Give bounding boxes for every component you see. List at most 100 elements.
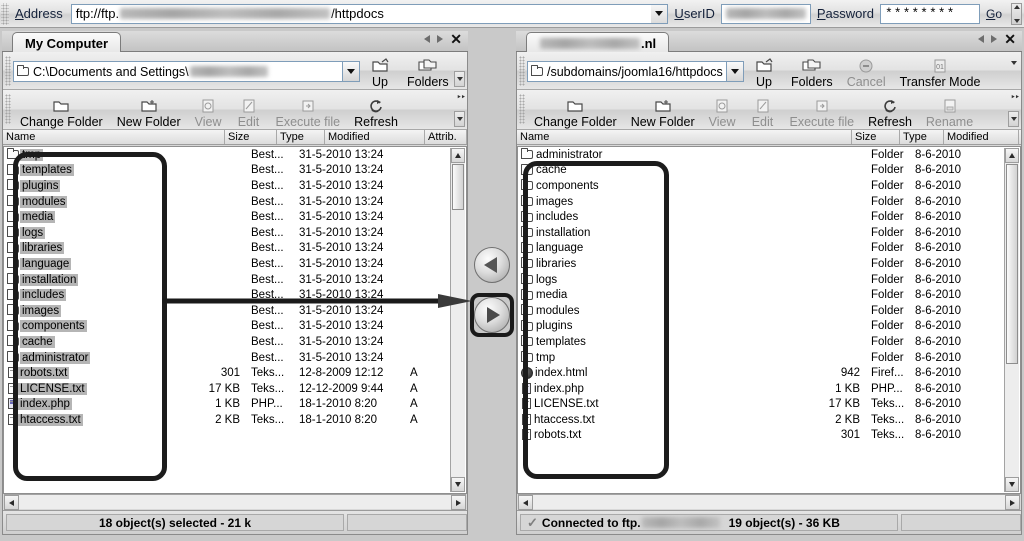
table-row[interactable]: media Best... 31-5-2010 13:24 [4, 209, 450, 225]
table-row[interactable]: tmp Folder 8-6-2010 [518, 350, 1004, 366]
file-name-cell[interactable]: language [518, 241, 818, 254]
tab-scroll-right-icon[interactable] [437, 35, 444, 43]
remote-edit-button[interactable]: Edit [743, 93, 783, 129]
local-view-button[interactable]: View [188, 93, 229, 129]
scroll-up-button[interactable] [1005, 148, 1019, 163]
file-name-cell[interactable]: logs [4, 226, 194, 239]
table-row[interactable]: index.php 1 KB PHP... 18-1-2010 8:20 A [4, 397, 450, 413]
local-vertical-scrollbar[interactable] [450, 148, 465, 492]
file-name-cell[interactable]: LICENSE.txt [4, 382, 194, 395]
remote-vertical-scrollbar[interactable] [1004, 148, 1019, 492]
address-input[interactable]: ftp://ftp. /httpdocs [70, 3, 652, 24]
column-header[interactable]: Type [900, 130, 944, 144]
file-name-cell[interactable]: templates [518, 335, 818, 348]
file-name-cell[interactable]: includes [518, 210, 818, 223]
file-name-cell[interactable]: index.php [4, 398, 194, 411]
column-header[interactable]: Type [277, 130, 325, 144]
remote-folders-button[interactable]: Folders [784, 53, 840, 89]
file-name-cell[interactable]: images [518, 195, 818, 208]
table-row[interactable]: tmp Best... 31-5-2010 13:24 [4, 147, 450, 163]
file-name-cell[interactable]: installation [518, 226, 818, 239]
table-row[interactable]: language Folder 8-6-2010 [518, 241, 1004, 257]
table-row[interactable]: administrator Best... 31-5-2010 13:24 [4, 350, 450, 366]
file-name-cell[interactable]: robots.txt [518, 429, 818, 441]
file-name-cell[interactable]: language [4, 257, 194, 270]
file-name-cell[interactable]: media [4, 210, 194, 224]
toolbar-overflow-icon[interactable]: ‣‣ [456, 92, 466, 103]
table-row[interactable]: plugins Best... 31-5-2010 13:24 [4, 178, 450, 194]
file-name-cell[interactable]: modules [518, 304, 818, 317]
remote-path-dropdown[interactable] [726, 61, 744, 82]
table-row[interactable]: libraries Folder 8-6-2010 [518, 256, 1004, 272]
file-name-cell[interactable]: robots.txt [4, 367, 194, 380]
file-name-cell[interactable]: cache [518, 163, 818, 176]
file-name-cell[interactable]: components [4, 319, 194, 333]
file-name-cell[interactable]: LICENSE.txt [518, 398, 818, 410]
toolbar-overflow-caret[interactable] [1011, 61, 1017, 83]
file-name-cell[interactable]: tmp [518, 351, 818, 364]
toolbar-overflow-down[interactable] [1008, 111, 1019, 127]
local-path-input[interactable]: C:\Documents and Settings\ [13, 61, 343, 82]
remote-file-list[interactable]: administrator Folder 8-6-2010 cache Fold… [517, 146, 1021, 494]
tab-scroll-left-icon[interactable] [978, 35, 985, 43]
file-name-cell[interactable]: modules [4, 195, 194, 208]
table-row[interactable]: LICENSE.txt 17 KB Teks... 8-6-2010 [518, 397, 1004, 413]
scroll-left-button[interactable] [4, 495, 19, 510]
table-row[interactable]: LICENSE.txt 17 KB Teks... 12-12-2009 9:4… [4, 381, 450, 397]
column-header[interactable]: Size [225, 130, 277, 144]
local-horizontal-scrollbar[interactable] [4, 494, 466, 510]
table-row[interactable]: images Best... 31-5-2010 13:24 [4, 303, 450, 319]
column-header[interactable]: Modified [944, 130, 1019, 144]
tab-scroll-left-icon[interactable] [424, 35, 431, 43]
file-name-cell[interactable]: htaccess.txt [518, 413, 818, 426]
file-name-cell[interactable]: templates [4, 163, 194, 177]
table-row[interactable]: index.php 1 KB PHP... 8-6-2010 [518, 381, 1004, 397]
close-icon[interactable]: ✕ [1004, 32, 1016, 46]
toolbar-grip[interactable] [5, 94, 11, 124]
addressbar-spinner[interactable] [1011, 2, 1022, 25]
userid-input[interactable] [720, 3, 811, 24]
table-row[interactable]: components Folder 8-6-2010 [518, 178, 1004, 194]
remote-refresh-button[interactable]: Refresh [861, 93, 919, 129]
table-row[interactable]: htaccess.txt 2 KB Teks... 8-6-2010 [518, 412, 1004, 428]
table-row[interactable]: media Folder 8-6-2010 [518, 287, 1004, 303]
table-row[interactable]: includes Best... 31-5-2010 13:24 [4, 287, 450, 303]
remote-horizontal-scrollbar[interactable] [518, 494, 1020, 510]
file-name-cell[interactable]: plugins [518, 319, 818, 332]
table-row[interactable]: images Folder 8-6-2010 [518, 194, 1004, 210]
table-row[interactable]: administrator Folder 8-6-2010 [518, 147, 1004, 163]
table-row[interactable]: modules Best... 31-5-2010 13:24 [4, 194, 450, 210]
tab-my-computer[interactable]: My Computer [12, 32, 122, 53]
column-header[interactable]: Size [852, 130, 900, 144]
column-header[interactable]: Name [517, 130, 852, 144]
remote-rename-button[interactable]: Rename [919, 93, 980, 129]
scroll-thumb[interactable] [452, 164, 464, 210]
toolbar-overflow-down[interactable] [454, 71, 465, 87]
local-path-dropdown[interactable] [342, 61, 360, 82]
file-name-cell[interactable]: index.html [518, 367, 818, 380]
table-row[interactable]: installation Best... 31-5-2010 13:24 [4, 272, 450, 288]
toolbar-grip[interactable] [1, 2, 9, 25]
table-row[interactable]: cache Best... 31-5-2010 13:24 [4, 334, 450, 350]
table-row[interactable]: components Best... 31-5-2010 13:24 [4, 319, 450, 335]
file-name-cell[interactable]: plugins [4, 179, 194, 192]
local-edit-button[interactable]: Edit [229, 93, 269, 129]
scroll-thumb[interactable] [1006, 164, 1018, 364]
toolbar-grip[interactable] [5, 56, 11, 86]
go-button[interactable]: Go [980, 7, 1008, 21]
table-row[interactable]: robots.txt 301 Teks... 12-8-2009 12:12 A [4, 365, 450, 381]
file-name-cell[interactable]: libraries [4, 241, 194, 255]
table-row[interactable]: installation Folder 8-6-2010 [518, 225, 1004, 241]
column-header[interactable]: Name [3, 130, 225, 144]
address-history-dropdown[interactable] [651, 3, 669, 24]
column-header[interactable]: Attrib. [425, 130, 467, 144]
close-icon[interactable]: ✕ [450, 32, 462, 46]
file-name-cell[interactable]: cache [4, 335, 194, 348]
file-name-cell[interactable]: logs [518, 273, 818, 286]
file-name-cell[interactable]: includes [4, 288, 194, 302]
local-new-folder-button[interactable]: New Folder [110, 93, 188, 129]
table-row[interactable]: plugins Folder 8-6-2010 [518, 319, 1004, 335]
table-row[interactable]: htaccess.txt 2 KB Teks... 18-1-2010 8:20… [4, 412, 450, 428]
file-name-cell[interactable]: images [4, 304, 194, 317]
table-row[interactable]: cache Folder 8-6-2010 [518, 163, 1004, 179]
